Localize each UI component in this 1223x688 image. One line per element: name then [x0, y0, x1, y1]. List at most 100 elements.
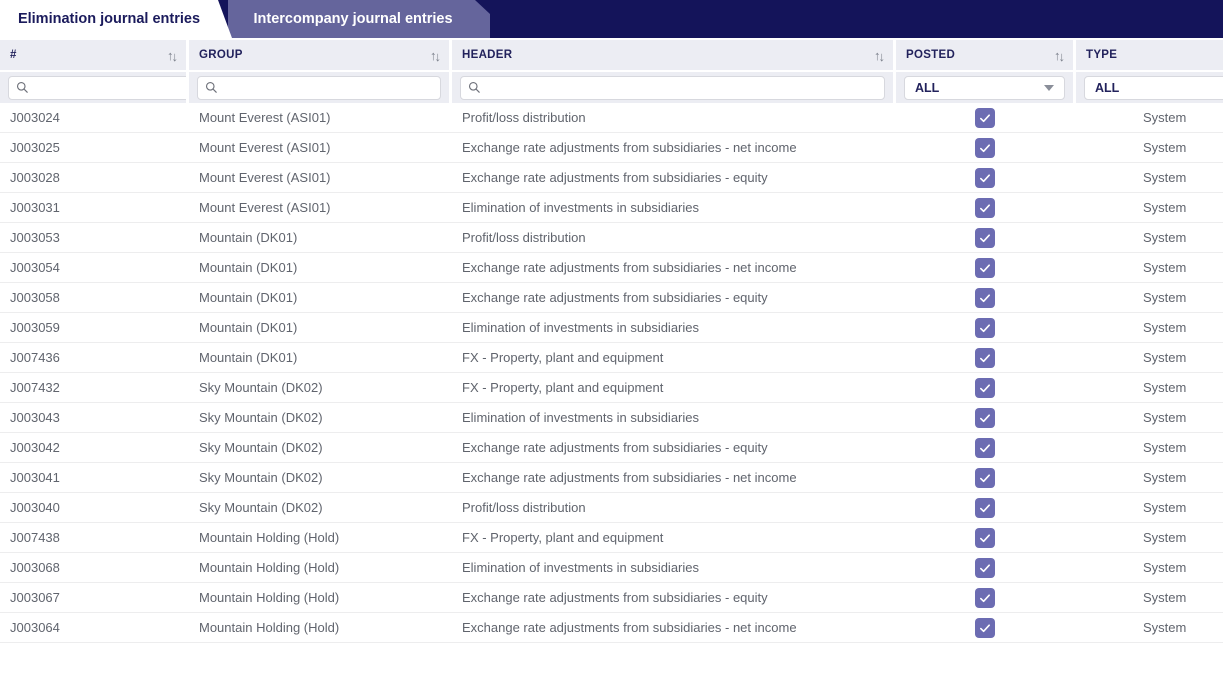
number-filter-input[interactable] [35, 81, 186, 95]
table-row[interactable]: J003025Mount Everest (ASI01)Exchange rat… [0, 133, 1223, 163]
row-type-cell: System [1076, 620, 1223, 635]
checkmark-icon [978, 171, 992, 185]
row-group-cell: Mount Everest (ASI01) [189, 110, 449, 125]
table-row[interactable]: J003059Mountain (DK01)Elimination of inv… [0, 313, 1223, 343]
row-header-cell: Exchange rate adjustments from subsidiar… [452, 140, 893, 155]
posted-checkbox[interactable] [975, 588, 995, 608]
row-number-cell: J003025 [0, 140, 186, 155]
filter-cell-header [452, 72, 893, 103]
column-header-type[interactable]: TYPE [1076, 40, 1223, 70]
sort-up-down-icon[interactable]: ↑↓ [1054, 48, 1063, 63]
posted-checkbox[interactable] [975, 138, 995, 158]
row-group-cell: Sky Mountain (DK02) [189, 410, 449, 425]
posted-checkbox[interactable] [975, 528, 995, 548]
column-label: GROUP [199, 49, 243, 61]
row-number-cell: J003028 [0, 170, 186, 185]
type-filter-select[interactable]: ALL [1084, 76, 1223, 100]
column-header-posted[interactable]: POSTED ↑↓ [896, 40, 1073, 70]
posted-checkbox[interactable] [975, 198, 995, 218]
posted-checkbox[interactable] [975, 468, 995, 488]
checkmark-icon [978, 201, 992, 215]
row-number-cell: J003053 [0, 230, 186, 245]
row-number-cell: J003068 [0, 560, 186, 575]
posted-checkbox[interactable] [975, 258, 995, 278]
group-filter-searchbox[interactable] [197, 76, 441, 100]
row-posted-cell [896, 498, 1073, 518]
checkmark-icon [978, 351, 992, 365]
table-row[interactable]: J003067Mountain Holding (Hold)Exchange r… [0, 583, 1223, 613]
posted-checkbox[interactable] [975, 618, 995, 638]
row-type-cell: System [1076, 110, 1223, 125]
table-row[interactable]: J007432Sky Mountain (DK02)FX - Property,… [0, 373, 1223, 403]
row-group-cell: Mountain Holding (Hold) [189, 560, 449, 575]
posted-checkbox[interactable] [975, 288, 995, 308]
table-row[interactable]: J003041Sky Mountain (DK02)Exchange rate … [0, 463, 1223, 493]
row-posted-cell [896, 228, 1073, 248]
checkmark-icon [978, 471, 992, 485]
row-header-cell: Elimination of investments in subsidiari… [452, 560, 893, 575]
posted-checkbox[interactable] [975, 108, 995, 128]
posted-filter-select[interactable]: ALL [904, 76, 1065, 100]
sort-up-down-icon[interactable]: ↑↓ [874, 48, 883, 63]
column-header-header[interactable]: HEADER ↑↓ [452, 40, 893, 70]
row-number-cell: J003059 [0, 320, 186, 335]
sort-up-down-icon[interactable]: ↑↓ [430, 48, 439, 63]
posted-filter-value: ALL [915, 81, 939, 95]
posted-checkbox[interactable] [975, 228, 995, 248]
row-header-cell: Exchange rate adjustments from subsidiar… [452, 590, 893, 605]
checkmark-icon [978, 381, 992, 395]
row-type-cell: System [1076, 260, 1223, 275]
header-filter-input[interactable] [487, 81, 877, 95]
sort-up-down-icon[interactable]: ↑↓ [167, 48, 176, 63]
row-header-cell: FX - Property, plant and equipment [452, 530, 893, 545]
row-header-cell: Exchange rate adjustments from subsidiar… [452, 260, 893, 275]
row-number-cell: J003054 [0, 260, 186, 275]
header-filter-searchbox[interactable] [460, 76, 885, 100]
row-group-cell: Mount Everest (ASI01) [189, 200, 449, 215]
row-number-cell: J007438 [0, 530, 186, 545]
row-number-cell: J003041 [0, 470, 186, 485]
group-filter-input[interactable] [224, 81, 433, 95]
table-row[interactable]: J003068Mountain Holding (Hold)Eliminatio… [0, 553, 1223, 583]
checkmark-icon [978, 231, 992, 245]
table-row[interactable]: J003024Mount Everest (ASI01)Profit/loss … [0, 103, 1223, 133]
column-header-number[interactable]: # ↑↓ [0, 40, 186, 70]
tab-intercompany-journal-entries[interactable]: Intercompany journal entries [228, 0, 490, 38]
number-filter-searchbox[interactable] [8, 76, 186, 100]
posted-checkbox[interactable] [975, 378, 995, 398]
table-row[interactable]: J003064Mountain Holding (Hold)Exchange r… [0, 613, 1223, 643]
table-row[interactable]: J003031Mount Everest (ASI01)Elimination … [0, 193, 1223, 223]
posted-checkbox[interactable] [975, 318, 995, 338]
table-row[interactable]: J003040Sky Mountain (DK02)Profit/loss di… [0, 493, 1223, 523]
posted-checkbox[interactable] [975, 558, 995, 578]
table-row[interactable]: J007438Mountain Holding (Hold)FX - Prope… [0, 523, 1223, 553]
table-row[interactable]: J003054Mountain (DK01)Exchange rate adju… [0, 253, 1223, 283]
row-posted-cell [896, 168, 1073, 188]
checkmark-icon [978, 261, 992, 275]
row-posted-cell [896, 378, 1073, 398]
column-header-group[interactable]: GROUP ↑↓ [189, 40, 449, 70]
row-type-cell: System [1076, 500, 1223, 515]
row-group-cell: Mountain (DK01) [189, 230, 449, 245]
row-posted-cell [896, 198, 1073, 218]
posted-checkbox[interactable] [975, 408, 995, 428]
chevron-down-icon [1044, 85, 1054, 91]
row-header-cell: Profit/loss distribution [452, 500, 893, 515]
filter-cell-group [189, 72, 449, 103]
row-group-cell: Mount Everest (ASI01) [189, 140, 449, 155]
table-row[interactable]: J003028Mount Everest (ASI01)Exchange rat… [0, 163, 1223, 193]
table-row[interactable]: J007436Mountain (DK01)FX - Property, pla… [0, 343, 1223, 373]
table-row[interactable]: J003053Mountain (DK01)Profit/loss distri… [0, 223, 1223, 253]
posted-checkbox[interactable] [975, 168, 995, 188]
row-group-cell: Sky Mountain (DK02) [189, 500, 449, 515]
table-row[interactable]: J003058Mountain (DK01)Exchange rate adju… [0, 283, 1223, 313]
posted-checkbox[interactable] [975, 438, 995, 458]
table-row[interactable]: J003043Sky Mountain (DK02)Elimination of… [0, 403, 1223, 433]
table-row[interactable]: J003042Sky Mountain (DK02)Exchange rate … [0, 433, 1223, 463]
row-type-cell: System [1076, 140, 1223, 155]
posted-checkbox[interactable] [975, 348, 995, 368]
row-group-cell: Mount Everest (ASI01) [189, 170, 449, 185]
posted-checkbox[interactable] [975, 498, 995, 518]
row-group-cell: Sky Mountain (DK02) [189, 380, 449, 395]
tab-elimination-journal-entries[interactable]: Elimination journal entries [0, 0, 232, 38]
